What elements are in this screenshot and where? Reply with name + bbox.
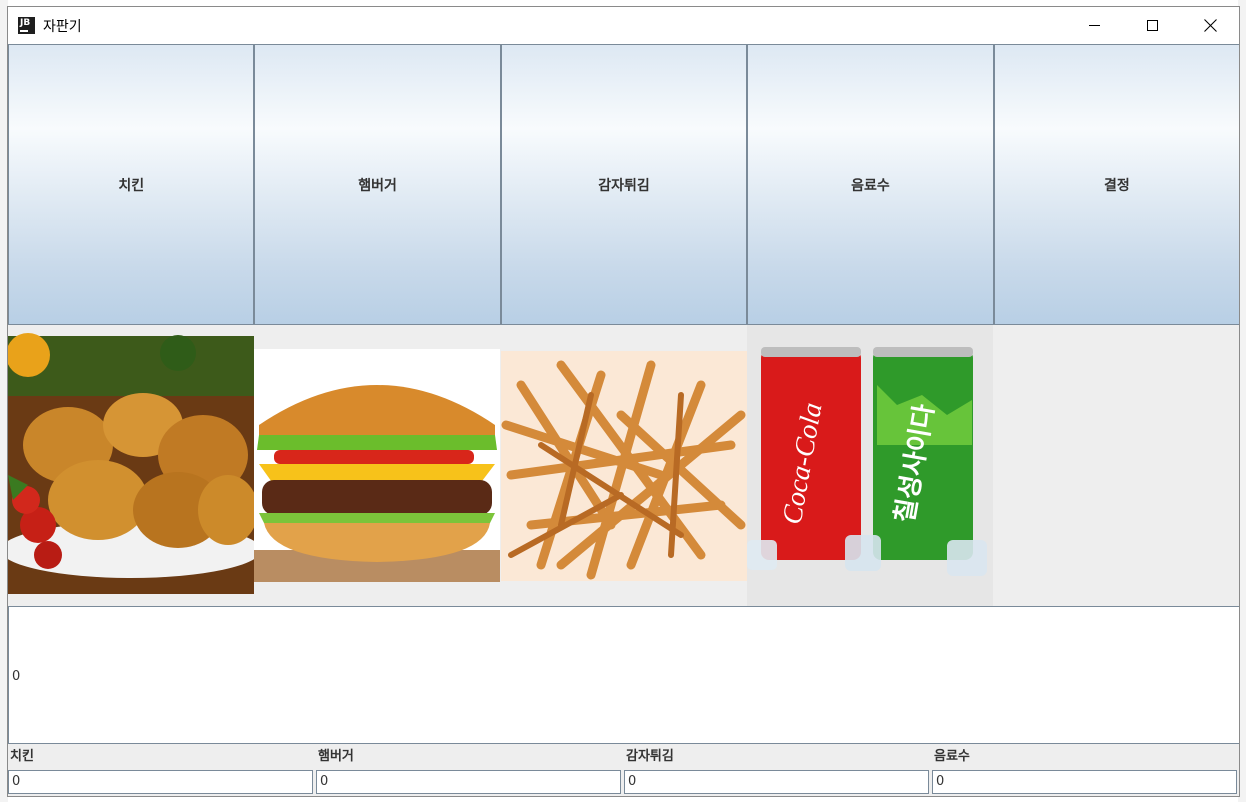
app-icon: JB [18,17,35,34]
fries-image [500,325,747,606]
drinks-count-label: 음료수 [934,749,970,764]
hamburger-count-field[interactable]: 0 [316,770,621,794]
fries-count-group: 감자튀김 0 [624,745,932,795]
hamburger-image [254,325,501,606]
maximize-button[interactable] [1123,7,1181,44]
app-window: JB 자판기 치킨 햄버거 감자튀김 음료수 결정 Coca-Cola 칠성사이… [7,6,1240,797]
menu-button-row: 치킨 햄버거 감자튀김 음료수 결정 [8,44,1239,325]
window-controls [1065,7,1239,44]
hamburger-count-group: 햄버거 0 [316,745,624,795]
fries-button[interactable]: 감자튀김 [500,44,748,325]
minimize-button[interactable] [1065,7,1123,44]
chicken-count-label: 치킨 [10,749,34,764]
chicken-button[interactable]: 치킨 [8,44,255,325]
empty-image-slot [994,325,1239,606]
food-image-row: Coca-Cola 칠성사이다 [8,325,1239,606]
close-button[interactable] [1181,7,1239,44]
chicken-image [8,325,261,606]
fries-count-field[interactable]: 0 [624,770,929,794]
chicken-count-field[interactable]: 0 [8,770,313,794]
drinks-button[interactable]: 음료수 [747,44,994,325]
output-text-area[interactable]: 0 [8,606,1239,744]
window-title: 자판기 [43,18,82,35]
hamburger-count-label: 햄버거 [318,749,354,764]
hamburger-button[interactable]: 햄버거 [254,44,501,325]
chicken-count-group: 치킨 0 [8,745,316,795]
drinks-image: Coca-Cola 칠성사이다 [747,325,994,606]
title-bar[interactable]: JB 자판기 [8,7,1239,44]
close-icon [1204,19,1217,32]
count-fields: 치킨 0 햄버거 0 감자튀김 0 음료수 0 [8,745,1239,795]
drinks-count-group: 음료수 0 [932,745,1239,795]
drinks-count-field[interactable]: 0 [932,770,1237,794]
output-value: 0 [12,669,21,684]
confirm-button[interactable]: 결정 [993,44,1239,325]
fries-count-label: 감자튀김 [626,749,674,764]
